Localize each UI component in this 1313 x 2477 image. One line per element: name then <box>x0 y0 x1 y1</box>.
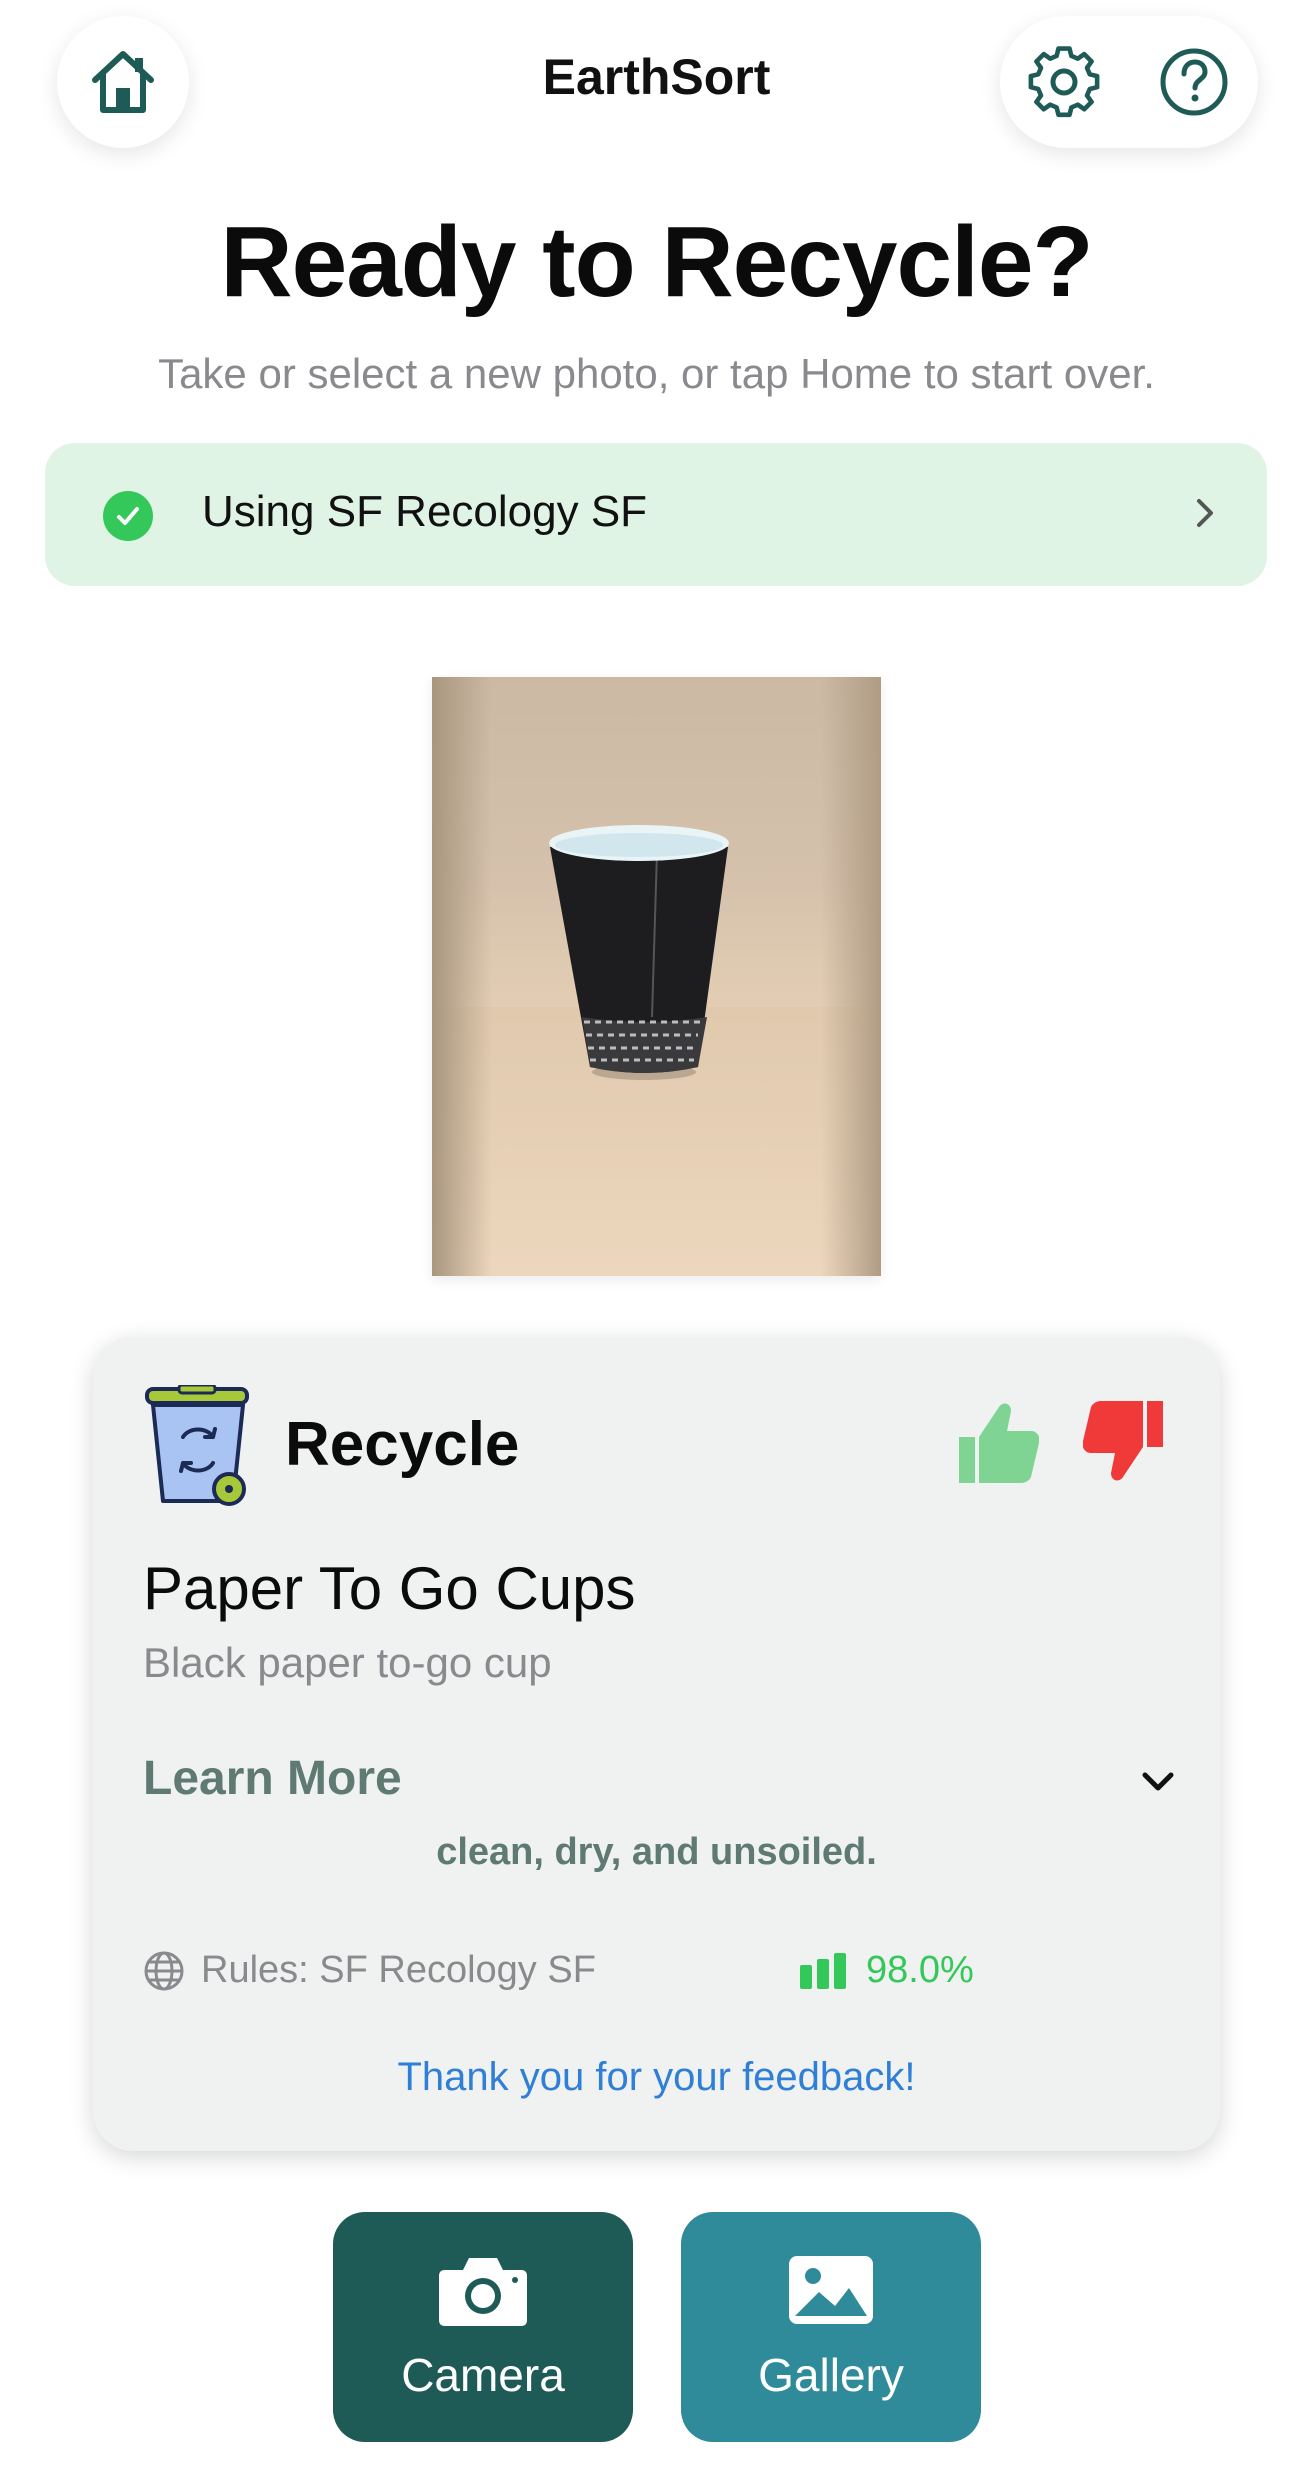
camera-icon <box>439 2258 527 2326</box>
feedback-message: Thank you for your feedback! <box>397 2055 916 2099</box>
result-card: Recycle Paper To Go Cups Black paper to-… <box>93 1337 1220 2151</box>
image-icon <box>789 2256 873 2324</box>
thumbs-up-icon[interactable] <box>955 1397 1039 1487</box>
page-title: Ready to Recycle? <box>220 206 1093 318</box>
gallery-button-label: Gallery <box>758 2349 904 2401</box>
rules-source: Rules: SF Recology SF <box>143 1949 596 1992</box>
check-circle-icon <box>103 491 153 541</box>
rules-banner-label: Using SF Recology SF <box>202 487 648 536</box>
rules-banner[interactable]: Using SF Recology SF <box>45 443 1267 586</box>
signal-bars-icon <box>800 1952 846 1989</box>
recycle-bin-icon <box>145 1385 249 1506</box>
thumbs-down-icon[interactable] <box>1083 1397 1167 1487</box>
settings-button[interactable] <box>1024 42 1104 122</box>
globe-icon <box>144 1951 184 1990</box>
cup-image <box>549 825 729 1080</box>
top-bar: EarthSort <box>0 0 1313 170</box>
camera-button[interactable]: Camera <box>333 2212 633 2442</box>
page-subtitle: Take or select a new photo, or tap Home … <box>158 350 1155 397</box>
learn-more-toggle[interactable]: Learn More <box>143 1751 402 1806</box>
rules-source-label: Rules: SF Recology SF <box>201 1949 596 1991</box>
chevron-down-icon[interactable] <box>1133 1757 1183 1807</box>
captured-photo <box>432 677 881 1276</box>
help-button[interactable] <box>1154 42 1234 122</box>
gallery-button[interactable]: Gallery <box>681 2212 981 2442</box>
item-name: Paper To Go Cups <box>143 1555 636 1622</box>
header-actions <box>1000 16 1258 148</box>
camera-button-label: Camera <box>401 2349 565 2401</box>
category-label: Recycle <box>285 1410 520 1479</box>
gear-icon <box>1028 46 1100 118</box>
chevron-right-icon <box>1185 493 1225 533</box>
confidence-value: 98.0% <box>866 1949 974 1991</box>
confidence-indicator: 98.0% <box>798 1949 974 1992</box>
question-circle-icon <box>1160 48 1228 116</box>
learn-more-detail: clean, dry, and unsoiled. <box>436 1831 877 1873</box>
item-description: Black paper to-go cup <box>143 1639 552 1686</box>
